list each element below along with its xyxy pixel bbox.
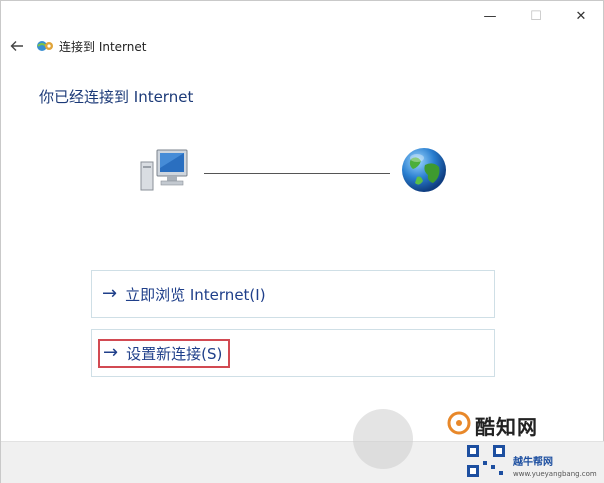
maximize-button[interactable]: ☐ <box>513 1 559 31</box>
connect-to-internet-window: — ☐ ✕ 连接到 Internet 你已经连接到 Internet → 立即浏… <box>0 0 604 483</box>
watermark-site-url: www.yueyangbang.com <box>513 470 597 478</box>
watermark-brand: 酷知网 <box>475 415 538 439</box>
setup-new-connection-highlight: → 设置新连接(S) <box>98 338 231 368</box>
maximize-icon: ☐ <box>530 8 542 24</box>
computer-icon <box>140 149 188 191</box>
watermark-qr-icon <box>467 445 505 477</box>
network-connection-icon <box>37 41 53 51</box>
watermark-badge <box>353 409 413 469</box>
close-button[interactable]: ✕ <box>558 1 604 31</box>
close-icon: ✕ <box>575 8 587 24</box>
browse-internet-label: 立即浏览 Internet(I) <box>125 285 266 304</box>
watermark-logo-icon <box>447 411 471 435</box>
window-title: 连接到 Internet <box>59 40 147 54</box>
connection-line <box>204 173 390 174</box>
browse-internet-link[interactable]: → 立即浏览 Internet(I) <box>91 270 495 318</box>
watermark-site-name: 越牛帮网 <box>513 457 553 468</box>
page-title: 你已经连接到 Internet <box>39 88 194 106</box>
back-button[interactable] <box>5 35 29 57</box>
setup-new-connection-link[interactable]: → 设置新连接(S) <box>91 329 495 377</box>
browse-internet-content: → 立即浏览 Internet(I) <box>98 281 270 308</box>
globe-icon <box>402 148 446 192</box>
minimize-icon: — <box>483 8 497 24</box>
back-arrow-icon <box>10 41 23 51</box>
setup-new-connection-label: 设置新连接(S) <box>126 344 223 363</box>
arrow-right-icon: → <box>103 342 119 363</box>
minimize-button[interactable]: — <box>467 1 513 31</box>
arrow-right-icon: → <box>102 283 118 304</box>
